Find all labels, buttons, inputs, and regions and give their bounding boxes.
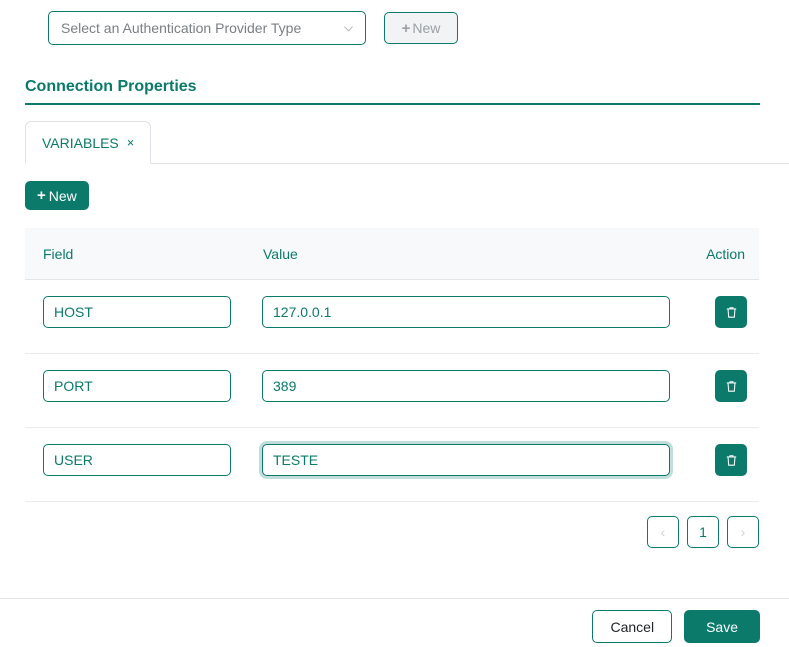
table-header-row: Field Value Action: [25, 228, 759, 280]
provider-toolbar: Select an Authentication Provider Type +…: [0, 0, 789, 56]
cell-field: [43, 296, 231, 328]
field-value-input[interactable]: [262, 296, 670, 328]
delete-row-button[interactable]: [715, 444, 747, 476]
chevron-down-icon: [342, 22, 355, 35]
plus-icon: +: [37, 188, 46, 203]
delete-row-button[interactable]: [715, 370, 747, 402]
tab-variables-label: VARIABLES: [42, 135, 119, 151]
field-value-input[interactable]: [262, 444, 670, 476]
table-row: [25, 354, 759, 428]
page-title: Connection Properties: [25, 78, 760, 105]
field-value-input[interactable]: [262, 370, 670, 402]
plus-icon: +: [402, 21, 411, 36]
field-name-input[interactable]: [43, 370, 231, 402]
cell-value: [262, 444, 670, 476]
cancel-button[interactable]: Cancel: [592, 610, 672, 643]
trash-icon: [724, 379, 739, 394]
trash-icon: [724, 453, 739, 468]
variables-table: Field Value Action: [25, 228, 759, 502]
save-button[interactable]: Save: [684, 610, 760, 643]
column-header-action: Action: [706, 246, 745, 262]
close-icon[interactable]: ×: [127, 136, 135, 149]
delete-row-button[interactable]: [715, 296, 747, 328]
add-variable-button[interactable]: + New: [25, 181, 89, 210]
add-provider-button-label: New: [412, 20, 440, 36]
cell-value: [262, 370, 670, 402]
cell-action: [715, 296, 747, 328]
column-header-value: Value: [263, 246, 298, 262]
add-variable-button-label: New: [49, 188, 77, 204]
footer-actions: Cancel Save: [592, 610, 760, 643]
field-name-input[interactable]: [43, 444, 231, 476]
table-row: [25, 280, 759, 354]
trash-icon: [724, 305, 739, 320]
tab-variables[interactable]: VARIABLES ×: [25, 121, 151, 164]
auth-provider-type-placeholder: Select an Authentication Provider Type: [61, 20, 342, 36]
field-name-input[interactable]: [43, 296, 231, 328]
pagination-page-1-button[interactable]: 1: [687, 516, 719, 548]
tab-strip: VARIABLES ×: [25, 121, 789, 164]
cell-field: [43, 444, 231, 476]
cell-action: [715, 370, 747, 402]
add-provider-button[interactable]: + New: [384, 12, 458, 44]
cell-field: [43, 370, 231, 402]
cell-value: [262, 296, 670, 328]
footer-bar: Cancel Save: [0, 598, 789, 647]
pagination-prev-button[interactable]: ‹: [647, 516, 679, 548]
pagination-next-button[interactable]: ›: [727, 516, 759, 548]
column-header-field: Field: [43, 246, 73, 262]
auth-provider-type-select[interactable]: Select an Authentication Provider Type: [48, 11, 366, 45]
cell-action: [715, 444, 747, 476]
pagination: ‹ 1 ›: [647, 516, 759, 548]
table-row: [25, 428, 759, 502]
